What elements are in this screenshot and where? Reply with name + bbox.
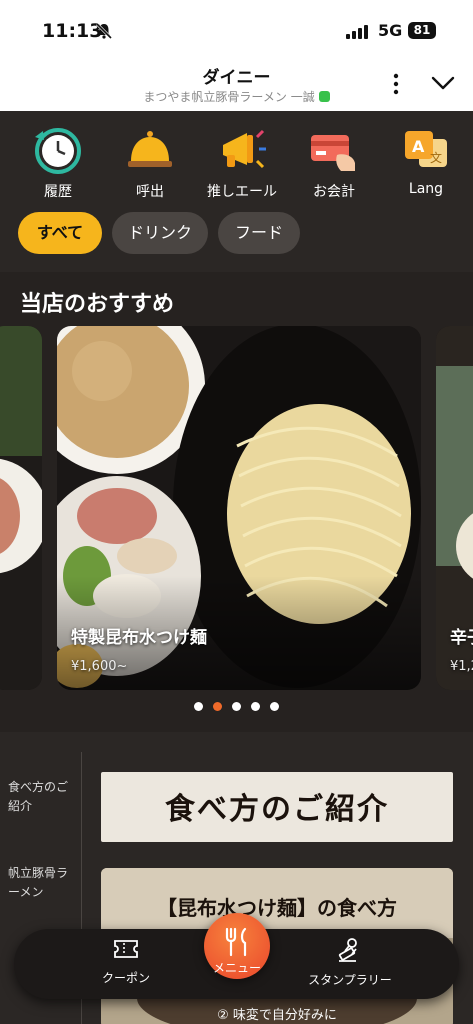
guide-title: 【昆布水つけ麺】の食べ方	[157, 896, 397, 920]
shortcut-history[interactable]: 履歴	[18, 125, 98, 201]
line-icon	[318, 91, 330, 102]
shortcut-cheer-label: 推しエール	[207, 184, 277, 200]
ticket-icon	[114, 940, 138, 958]
battery-level: 81	[408, 22, 436, 39]
shortcut-call[interactable]: 呼出	[110, 125, 190, 201]
chip-food[interactable]: フード	[218, 212, 300, 254]
clock-history-icon	[33, 125, 83, 175]
pager-dot-active[interactable]	[213, 702, 222, 711]
nav-coupon[interactable]: クーポン	[66, 937, 186, 986]
pager-dot[interactable]	[270, 702, 279, 711]
signal-icon	[346, 24, 372, 43]
chip-all[interactable]: すべて	[18, 212, 102, 254]
shortcut-bar: 履歴 呼出 推しエール お会計 A文 Lang	[0, 111, 473, 211]
banner-title: 食べ方のご紹介	[165, 792, 389, 827]
chevron-down-icon[interactable]	[430, 74, 456, 96]
item-price: ¥1,2	[450, 659, 473, 674]
recommended-section: 当店のおすすめ 特製昆布水つけ麺 ¥1,600~ 辛 ¥1,	[0, 272, 473, 732]
service-bell-icon	[125, 125, 175, 175]
nav-coupon-label: クーポン	[101, 971, 150, 985]
pager-dot[interactable]	[194, 702, 203, 711]
guide-step: ② 味変で自分好みに	[217, 1008, 337, 1023]
status-time: 11:13	[42, 20, 103, 42]
network-type: 5G	[378, 21, 403, 40]
pager-dot[interactable]	[251, 702, 260, 711]
section-title: 当店のおすすめ	[20, 292, 175, 317]
recommend-card[interactable]: 特製昆布水つけ麺 ¥1,600~	[57, 326, 421, 690]
restaurant-name-text: まつやま帆立豚骨ラーメン 一誠	[143, 90, 315, 104]
nav-stamp-label: スタンプラリー	[308, 973, 392, 987]
sidebar-item-how-to-eat[interactable]: 食べ方のご紹介	[8, 778, 78, 816]
carousel-pager	[0, 702, 473, 712]
nav-stamp-rally[interactable]: スタンプラリー	[290, 937, 410, 988]
app-header: ダイニー まつやま帆立豚骨ラーメン 一誠	[0, 60, 473, 111]
status-bar: 11:13 5G 81	[0, 0, 473, 60]
chip-drink[interactable]: ドリンク	[112, 212, 208, 254]
item-name: 辛子	[450, 628, 473, 648]
stamp-icon	[338, 938, 357, 962]
shortcut-history-label: 履歴	[44, 184, 72, 200]
nav-menu-button[interactable]: メニュー	[204, 913, 270, 999]
pager-dot[interactable]	[232, 702, 241, 711]
shortcut-language-label: Lang	[408, 181, 444, 197]
svg-text:A: A	[412, 137, 425, 156]
recommend-card-previous[interactable]	[0, 326, 42, 690]
item-price: ¥1,600~	[71, 659, 128, 674]
more-options-icon[interactable]	[386, 72, 406, 96]
bottom-navigation: クーポン メニュー スタンプラリー	[14, 913, 459, 999]
recommend-card-next[interactable]: 辛子 ¥1,2	[436, 326, 473, 690]
item-name: 特製昆布水つけ麺	[71, 628, 207, 648]
credit-card-icon	[309, 125, 359, 175]
shortcut-checkout[interactable]: お会計	[294, 125, 374, 201]
how-to-eat-banner[interactable]: 食べ方のご紹介	[101, 772, 453, 842]
shortcut-cheer[interactable]: 推しエール	[202, 125, 282, 201]
svg-text:文: 文	[430, 150, 442, 165]
silent-bell-icon	[95, 22, 113, 44]
megaphone-icon	[217, 125, 267, 175]
shortcut-call-label: 呼出	[136, 184, 164, 200]
shortcut-checkout-label: お会計	[313, 184, 355, 200]
nav-menu-label: メニュー	[212, 961, 261, 975]
sidebar-item-ramen[interactable]: 帆立豚骨ラーメン	[8, 864, 78, 902]
translate-icon: A文	[401, 125, 451, 175]
shortcut-language[interactable]: A文 Lang	[386, 125, 466, 197]
fork-knife-icon	[225, 927, 247, 957]
